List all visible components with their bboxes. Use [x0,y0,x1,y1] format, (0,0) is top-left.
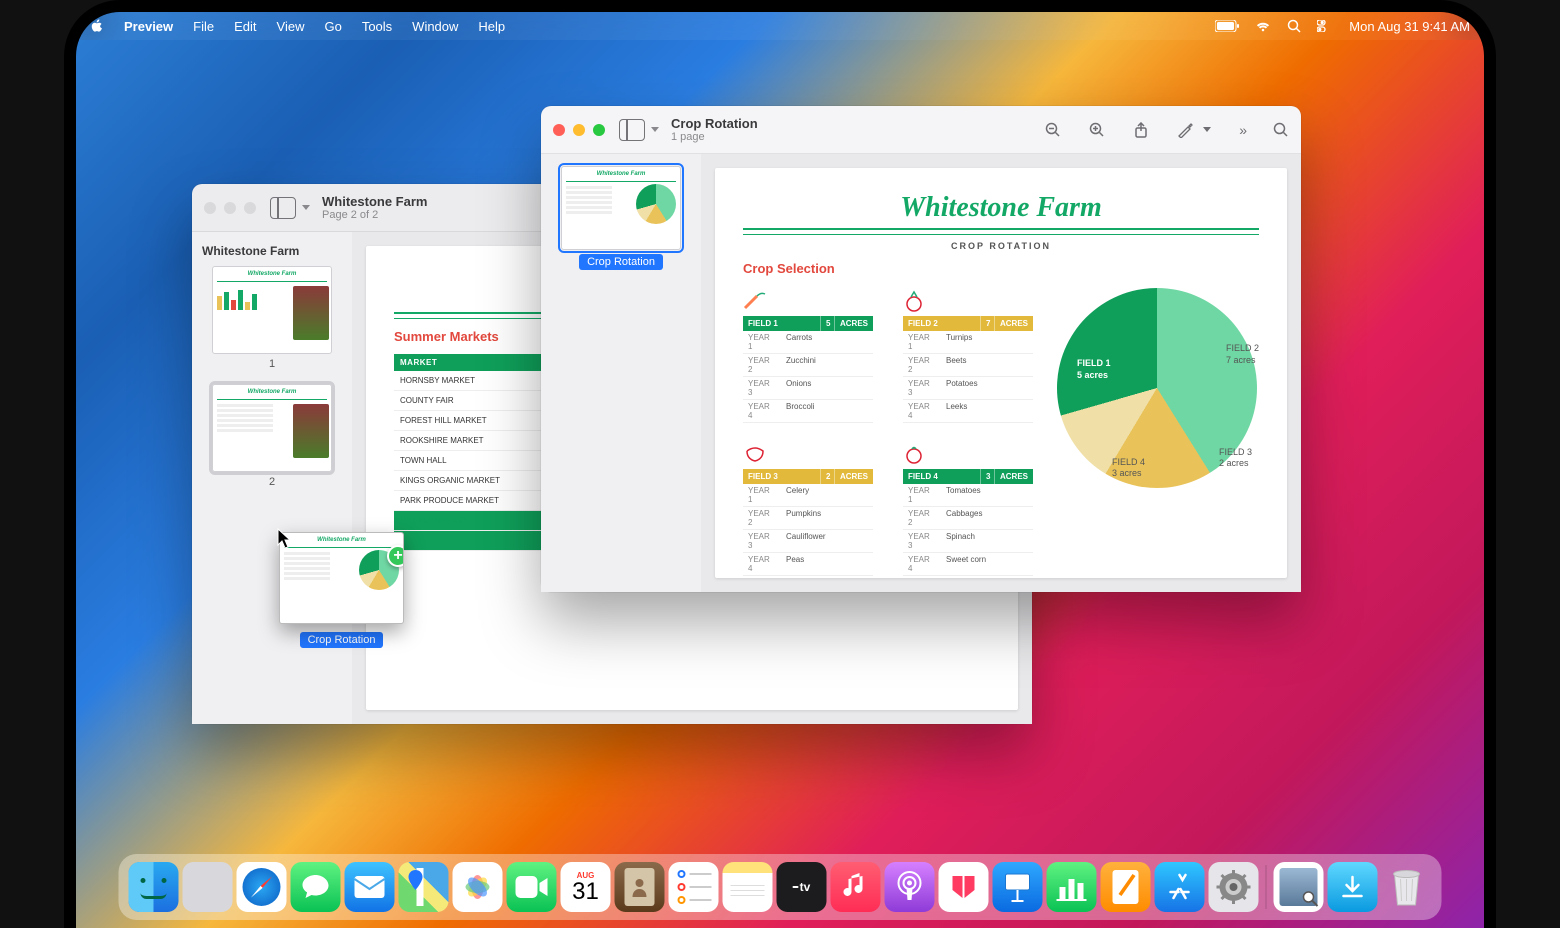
dock-maps[interactable] [399,862,449,912]
dock: AUG31 tv [119,854,1442,920]
minimize-button[interactable] [573,124,585,136]
menubar: Preview File Edit View Go Tools Window H… [76,12,1484,40]
drag-ghost-tag: Crop Rotation [300,632,384,648]
dock-photos[interactable] [453,862,503,912]
dock-messages[interactable] [291,862,341,912]
copy-plus-badge-icon: + [387,545,404,567]
menu-go[interactable]: Go [324,19,341,34]
close-button[interactable] [204,202,216,214]
zoom-in-icon[interactable] [1089,122,1105,138]
dock-mail[interactable] [345,862,395,912]
dock-trash[interactable] [1382,862,1432,912]
sidebar-title: Whitestone Farm [202,244,342,258]
dock-downloads[interactable] [1328,862,1378,912]
menu-edit[interactable]: Edit [234,19,256,34]
control-center-icon[interactable] [1317,20,1333,32]
zoom-out-icon[interactable] [1045,122,1061,138]
field-block: FIELD 15ACRESYEAR 1CarrotsYEAR 2Zucchini… [743,290,873,423]
crop-icon [743,290,873,312]
apple-logo-icon[interactable] [90,19,104,33]
crop-icon [903,290,1033,312]
battery-icon[interactable] [1215,20,1239,32]
close-button[interactable] [553,124,565,136]
dock-calendar[interactable]: AUG31 [561,862,611,912]
thumbnail-tag: Crop Rotation [579,254,663,270]
menubar-app-name[interactable]: Preview [124,19,173,34]
doc-subheading: CROP ROTATION [743,241,1259,251]
window-subtitle: 1 page [671,131,758,143]
thumbnail-sidebar: Whitestone Farm Crop Rotation [541,154,701,592]
menu-help[interactable]: Help [478,19,505,34]
field-block: FIELD 32ACRESYEAR 1CeleryYEAR 2PumpkinsY… [743,443,873,576]
doc-heading: Whitestone Farm [743,192,1259,224]
crop-icon [743,443,873,465]
dock-keynote[interactable] [993,862,1043,912]
menu-file[interactable]: File [193,19,214,34]
dock-pages[interactable] [1101,862,1151,912]
fullscreen-button[interactable] [593,124,605,136]
document-viewport[interactable]: Whitestone Farm CROP ROTATION Crop Selec… [701,154,1301,592]
dock-launchpad[interactable] [183,862,233,912]
dock-podcasts[interactable] [885,862,935,912]
dock-settings[interactable] [1209,862,1259,912]
titlebar: Crop Rotation 1 page » [541,106,1301,154]
dock-news[interactable] [939,862,989,912]
markup-dropdown-icon[interactable] [1203,127,1211,132]
dock-preview-recent[interactable] [1274,862,1324,912]
wifi-icon[interactable] [1255,20,1271,32]
dock-notes[interactable] [723,862,773,912]
search-icon[interactable] [1273,122,1289,138]
page-thumbnail-1[interactable]: Whitestone Farm [212,266,332,354]
field-block: FIELD 43ACRESYEAR 1TomatoesYEAR 2Cabbage… [903,443,1033,576]
page-thumbnail-2[interactable]: Whitestone Farm [212,384,332,472]
menu-tools[interactable]: Tools [362,19,392,34]
acreage-pie-chart: FIELD 1 5 acres FIELD 2 7 acres FIELD 3 … [1057,288,1257,488]
dock-contacts[interactable] [615,862,665,912]
page-thumbnail-1[interactable]: Whitestone Farm [561,166,681,250]
minimize-button[interactable] [224,202,236,214]
menubar-clock[interactable]: Mon Aug 31 9:41 AM [1349,19,1470,34]
sidebar-toggle-button[interactable] [619,119,659,141]
window-title: Whitestone Farm [322,194,427,209]
sidebar-toggle-button[interactable] [270,197,310,219]
dock-music[interactable] [831,862,881,912]
cursor-icon [277,528,293,550]
dock-safari[interactable] [237,862,287,912]
preview-window-crop-rotation[interactable]: Crop Rotation 1 page » Whitestone Farm [541,106,1301,592]
dock-reminders[interactable] [669,862,719,912]
dock-facetime[interactable] [507,862,557,912]
thumbnail-label-2: 2 [202,476,342,488]
menu-view[interactable]: View [277,19,305,34]
markup-icon[interactable] [1177,122,1193,138]
share-icon[interactable] [1133,122,1149,138]
section-heading: Crop Selection [743,261,1259,276]
window-title: Crop Rotation [671,116,758,131]
document-page: Whitestone Farm CROP ROTATION Crop Selec… [715,168,1287,578]
spotlight-icon[interactable] [1287,19,1301,33]
menu-window[interactable]: Window [412,19,458,34]
thumbnail-label-1: 1 [202,358,342,370]
thumbnail-sidebar: Whitestone Farm Whitestone Farm 1 Whites… [192,232,352,724]
dock-finder[interactable] [129,862,179,912]
fullscreen-button[interactable] [244,202,256,214]
crop-icon [903,443,1033,465]
window-subtitle: Page 2 of 2 [322,209,427,221]
drag-ghost-thumbnail: Whitestone Farm + Crop Rotation [279,532,404,648]
dock-tv[interactable]: tv [777,862,827,912]
field-block: FIELD 27ACRESYEAR 1TurnipsYEAR 2BeetsYEA… [903,290,1033,423]
dock-appstore[interactable] [1155,862,1205,912]
overflow-icon[interactable]: » [1239,122,1245,138]
dock-numbers[interactable] [1047,862,1097,912]
dock-separator [1266,865,1267,909]
